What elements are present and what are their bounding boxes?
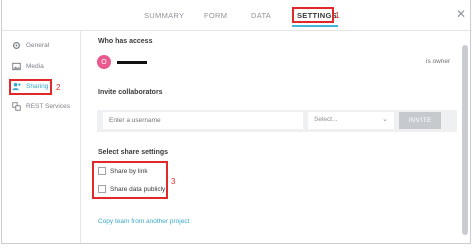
- access-section-title: Who has access: [98, 38, 153, 45]
- highlight-box-settings: [292, 7, 334, 23]
- share-section-title: Select share settings: [98, 149, 169, 156]
- annotation-number-1: 1: [335, 11, 340, 20]
- copy-team-link[interactable]: Copy team from another project: [98, 218, 189, 225]
- active-tab-indicator: [292, 25, 338, 27]
- sidebar-item-rest-services[interactable]: REST Services: [12, 102, 70, 111]
- sidebar-item-label: Media: [26, 63, 44, 70]
- invite-button[interactable]: INVITE: [399, 112, 441, 129]
- rest-icon: [12, 102, 21, 111]
- annotation-number-3: 3: [171, 177, 176, 186]
- sidebar-item-general[interactable]: General: [12, 41, 49, 50]
- sidebar-item-label: REST Services: [26, 103, 70, 110]
- sidebar-item-media[interactable]: Media: [12, 62, 44, 71]
- avatar: O: [97, 55, 111, 69]
- invite-section-title: Invite collaborators: [98, 89, 163, 96]
- sidebar-item-label: General: [26, 42, 50, 49]
- highlight-box-share-settings: [92, 161, 168, 199]
- gear-icon: [12, 41, 21, 50]
- redacted-username: [117, 61, 147, 64]
- tab-form[interactable]: FORM: [204, 11, 227, 20]
- annotation-number-2: 2: [56, 83, 61, 92]
- tab-data[interactable]: DATA: [251, 11, 271, 20]
- tab-bar: SUMMARY FORM DATA SETTINGS 1 ✕: [2, 0, 472, 31]
- select-value: Select...: [314, 116, 338, 123]
- avatar-letter: O: [101, 58, 107, 66]
- image-icon: [12, 62, 21, 71]
- tab-summary[interactable]: SUMMARY: [144, 11, 184, 20]
- settings-window: SUMMARY FORM DATA SETTINGS 1 ✕ General M…: [1, 0, 472, 244]
- username-input[interactable]: [103, 112, 303, 129]
- sidebar: General Media Sharing 2 REST Services: [2, 31, 81, 243]
- highlight-box-sharing: [9, 79, 52, 95]
- owner-label: is owner: [426, 58, 451, 65]
- close-icon[interactable]: ✕: [456, 7, 466, 21]
- chevron-down-icon: ⌄: [382, 116, 388, 123]
- permission-select[interactable]: Select... ⌄: [308, 112, 394, 129]
- scrollbar[interactable]: [462, 45, 468, 235]
